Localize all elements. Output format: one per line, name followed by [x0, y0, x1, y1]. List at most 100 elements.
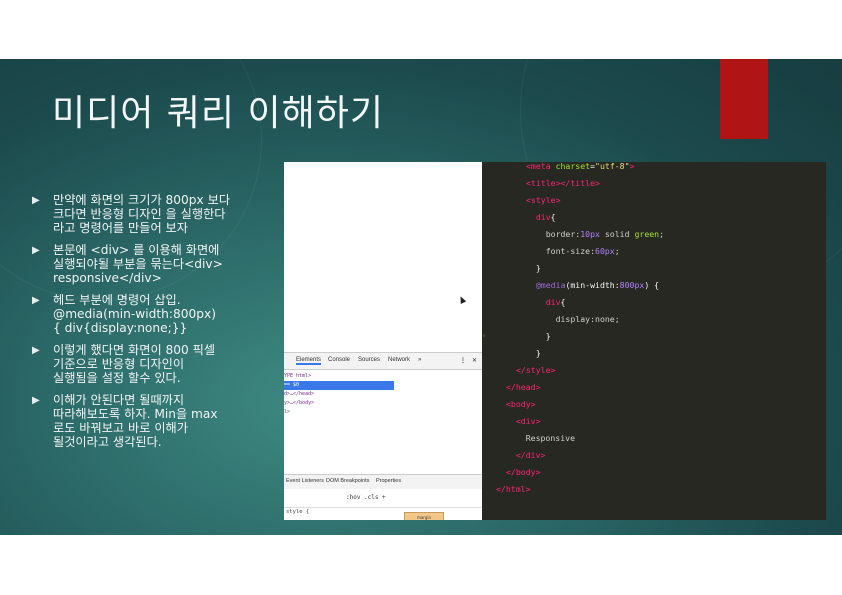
bullet-text-line: 라고 명령어를 만들어 보자 — [53, 221, 188, 235]
code-token: > — [629, 162, 635, 171]
style-rule: style { — [286, 509, 310, 515]
tab-elements[interactable]: Elements — [296, 357, 322, 365]
code-token: <div> — [515, 416, 541, 426]
tab-properties[interactable]: Properties — [376, 478, 401, 484]
code-token: ) { — [644, 280, 660, 290]
dom-line[interactable]: YPE html> — [284, 372, 404, 381]
dom-line[interactable]: y>…</body> — [284, 399, 404, 408]
code-editor[interactable]: › <meta charset="utf-8"> <title></title> <… — [482, 162, 826, 520]
slide-title: 미디어 쿼리 이해하기 — [52, 93, 384, 134]
bullet-text-line: 헤드 부분에 명령어 삽입. — [53, 293, 181, 307]
bullet-arrow-icon: ▶ — [32, 195, 40, 206]
code-line: font-size:60px; — [526, 243, 620, 260]
code-token: ; — [659, 229, 665, 239]
bullet-text-line: 로도 바꿔보고 바로 이해가 — [53, 421, 188, 435]
bullet-arrow-icon: ▶ — [32, 295, 40, 306]
add-rule-button[interactable]: + — [382, 494, 386, 501]
code-line: } — [526, 328, 551, 345]
bullet-text-line: 실행되야될 부분을 묶는다<div> — [53, 257, 223, 271]
dom-line[interactable]: l> — [284, 408, 404, 417]
tab-console[interactable]: Console — [328, 357, 350, 363]
code-token: </style> — [516, 365, 556, 375]
code-token: { — [550, 212, 556, 222]
code-token: div — [535, 212, 551, 222]
code-line: </head> — [506, 379, 541, 396]
bullet-text-line: 기준으로 반응형 디자인이 — [53, 357, 185, 371]
class-toggle[interactable]: .cls — [364, 494, 378, 501]
code-line: <body> — [506, 396, 536, 413]
code-line: Responsive — [506, 430, 575, 447]
code-token: </body> — [506, 467, 541, 477]
code-line: div{ — [526, 209, 556, 226]
code-token: display:none; — [555, 314, 620, 324]
bullet-arrow-icon: ▶ — [32, 245, 40, 256]
close-icon[interactable]: ✕ — [472, 357, 477, 364]
tab-sources[interactable]: Sources — [358, 357, 380, 363]
bullet-text-line: responsive</div> — [53, 271, 162, 285]
code-token: 60px — [595, 246, 615, 256]
dom-tree: YPE html> == $0 d>…</head> y>…</body> l> — [284, 372, 404, 417]
bullet-item: ▶ 이해가 안된다면 될때까지 따라해보도록 하자. Min을 max 로도 바꿔보고… — [32, 393, 282, 449]
bullet-list: ▶ 만약에 화면의 크기가 800px 보다 크다면 반응형 디자인 을 실행한다 라… — [32, 193, 282, 457]
vertical-dots-icon[interactable]: ⋮ — [460, 357, 466, 364]
code-token: <meta — [526, 162, 556, 171]
code-line: @media(min-width:800px) { — [526, 277, 659, 294]
code-line: </style> — [516, 362, 555, 379]
bullet-arrow-icon: ▶ — [32, 345, 40, 356]
bullet-item: ▶ 이렇게 했다면 화면이 800 픽셀 기준으로 반응형 디자인이 실행됨을 설정 … — [32, 343, 282, 385]
fold-marker-icon: › — [482, 332, 487, 340]
code-token: Responsive — [525, 433, 576, 443]
code-token: font-size: — [545, 246, 596, 256]
bullet-item: ▶ 만약에 화면의 크기가 800px 보다 크다면 반응형 디자인 을 실행한다 라… — [32, 193, 282, 235]
tab-network[interactable]: Network — [388, 357, 410, 363]
screenshot: Elements Console Sources Network » ⋮ ✕ Y… — [284, 162, 826, 520]
code-token: </html> — [496, 484, 531, 494]
dom-line-selected[interactable]: == $0 — [284, 381, 394, 390]
more-tabs-button[interactable]: » — [418, 357, 421, 363]
code-token: </head> — [506, 382, 541, 392]
bullet-item: ▶ 본문에 <div> 를 이용해 화면에 실행되야될 부분을 묶는다<div> re… — [32, 243, 282, 285]
code-token: <body> — [506, 399, 536, 409]
code-token: } — [526, 263, 541, 273]
bullet-text-line: 본문에 <div> 를 이용해 화면에 — [53, 243, 220, 257]
bullet-arrow-icon: ▶ — [32, 395, 40, 406]
code-token: } — [526, 331, 551, 341]
tab-dom-breakpoints[interactable]: DOM Breakpoints — [326, 478, 369, 484]
bullet-text-line: 따라해보도록 하자. Min을 max — [53, 407, 218, 421]
code-token: { — [560, 297, 566, 307]
devtools-subtab-bar: Event Listeners DOM Breakpoints Properti… — [284, 474, 482, 489]
hover-state-toggle[interactable]: :hov — [346, 494, 360, 501]
code-token: </div> — [515, 450, 546, 460]
mouse-cursor-icon — [457, 295, 467, 304]
code-line: <style> — [526, 192, 561, 209]
code-line: <div> — [506, 413, 541, 430]
bullet-text-line: @media(min-width:800px) — [53, 307, 216, 321]
styles-filter-bar: :hov .cls + — [284, 489, 482, 508]
code-line: <title></title> — [526, 175, 600, 192]
code-token: "utf-8" — [595, 162, 630, 171]
code-token: (min-width: — [565, 280, 620, 290]
code-line: </body> — [506, 464, 541, 481]
code-line: } — [526, 345, 541, 362]
browser-devtools-pane: Elements Console Sources Network » ⋮ ✕ Y… — [284, 162, 482, 520]
code-line: } — [526, 260, 541, 277]
bullet-text-line: { div{display:none;}} — [53, 321, 188, 335]
box-model: margin — [404, 512, 444, 520]
dom-line[interactable]: d>…</head> — [284, 390, 404, 399]
devtools-tab-bar: Elements Console Sources Network » ⋮ ✕ — [284, 352, 482, 370]
code-line: border:10px solid green; — [526, 226, 664, 243]
code-line: </html> — [496, 481, 531, 498]
bullet-text-line: 만약에 화면의 크기가 800px 보다 — [53, 193, 231, 207]
tab-event-listeners[interactable]: Event Listeners — [286, 478, 324, 484]
bullet-text-line: 될것이라고 생각된다. — [53, 435, 162, 449]
code-token: <title></title> — [526, 178, 600, 188]
code-token: green — [634, 229, 660, 239]
